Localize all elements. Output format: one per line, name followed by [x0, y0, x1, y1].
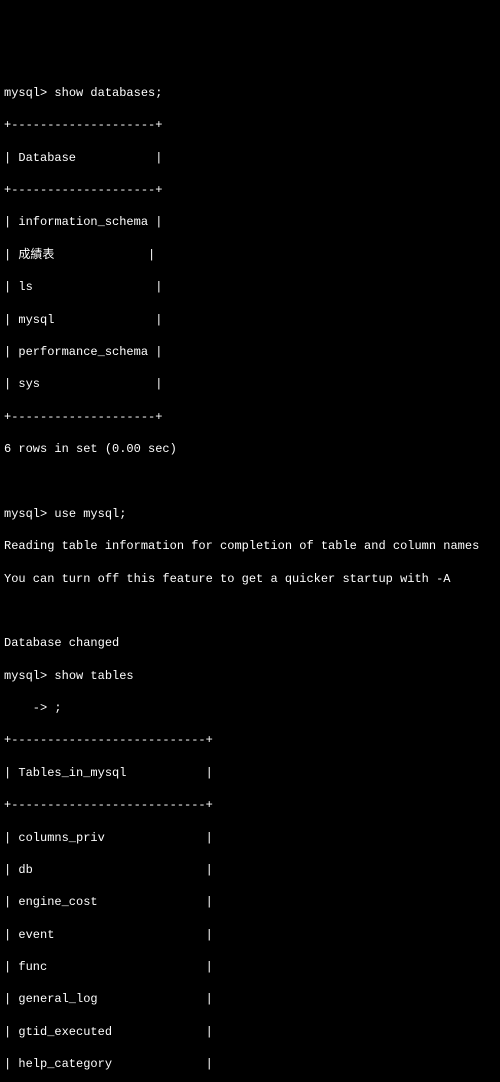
table-row: | general_log |: [4, 991, 500, 1007]
blank-line: [4, 473, 500, 489]
cmd-line: mysql> show tables: [4, 668, 500, 684]
status-msg: Database changed: [4, 635, 500, 651]
info-msg: You can turn off this feature to get a q…: [4, 571, 500, 587]
table-row: | 成績表 |: [4, 247, 500, 263]
table-border: +---------------------------+: [4, 797, 500, 813]
mysql-prompt: mysql>: [4, 669, 54, 683]
mysql-prompt: mysql>: [4, 507, 54, 521]
table-row: | columns_priv |: [4, 830, 500, 846]
table-border: +---------------------------+: [4, 732, 500, 748]
table-row: | event |: [4, 927, 500, 943]
table-header: | Tables_in_mysql |: [4, 765, 500, 781]
cmd-line: mysql> use mysql;: [4, 506, 500, 522]
table-row: | mysql |: [4, 312, 500, 328]
blank-line: [4, 603, 500, 619]
table-row: | engine_cost |: [4, 894, 500, 910]
continuation-line: -> ;: [4, 700, 500, 716]
table-row: | gtid_executed |: [4, 1024, 500, 1040]
cmd-text: show databases;: [54, 86, 162, 100]
cmd-text: use mysql;: [54, 507, 126, 521]
table-row: | sys |: [4, 376, 500, 392]
mysql-prompt: mysql>: [4, 86, 54, 100]
table-row: | ls |: [4, 279, 500, 295]
table-border: +--------------------+: [4, 409, 500, 425]
table-border: +--------------------+: [4, 117, 500, 133]
table-row: | func |: [4, 959, 500, 975]
table-row: | db |: [4, 862, 500, 878]
cmd-line: mysql> show databases;: [4, 85, 500, 101]
table-border: +--------------------+: [4, 182, 500, 198]
table-row: | information_schema |: [4, 214, 500, 230]
result-footer: 6 rows in set (0.00 sec): [4, 441, 500, 457]
table-header: | Database |: [4, 150, 500, 166]
cmd-text: show tables: [54, 669, 133, 683]
table-row: | performance_schema |: [4, 344, 500, 360]
terminal-output: mysql> show databases; +----------------…: [4, 69, 500, 1082]
table-row: | help_category |: [4, 1056, 500, 1072]
